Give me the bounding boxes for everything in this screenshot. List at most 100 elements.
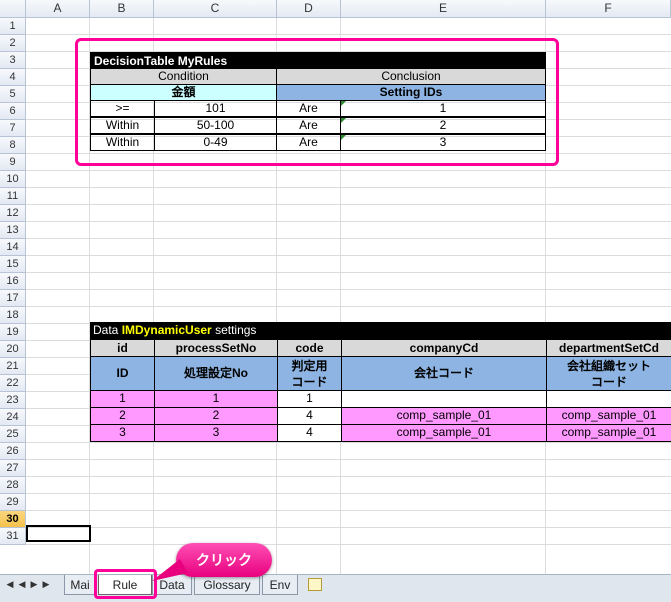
gridline-horizontal — [26, 255, 671, 256]
data-cell[interactable] — [341, 390, 547, 408]
column-header-b[interactable]: B — [90, 0, 154, 18]
column-header-c[interactable]: C — [154, 0, 277, 18]
gridline-horizontal — [26, 289, 671, 290]
data-subheader-cell[interactable]: 判定用 コード — [277, 356, 342, 391]
row-header-27[interactable]: 27 — [0, 460, 26, 477]
callout-pointer — [152, 559, 188, 581]
column-header-a[interactable]: A — [26, 0, 90, 18]
gridline-horizontal — [26, 527, 671, 528]
data-cell[interactable]: comp_sample_01 — [341, 407, 547, 425]
row-header-23[interactable]: 23 — [0, 392, 26, 409]
row-header-14[interactable]: 14 — [0, 239, 26, 256]
data-subheader-line: 会社組織セット — [566, 359, 651, 373]
click-callout: クリック — [176, 543, 272, 577]
row-header-10[interactable]: 10 — [0, 171, 26, 188]
row-header-2[interactable]: 2 — [0, 35, 26, 52]
sheet-tab-bar: ◀ ◀ ▶ ▶ Mai Rule Data Glossary Env — [0, 569, 671, 602]
gridline-horizontal — [26, 459, 671, 460]
first-sheet-icon[interactable]: ◀ — [5, 579, 15, 590]
data-cell[interactable]: 1 — [277, 390, 342, 408]
data-header-companyCd[interactable]: companyCd — [341, 339, 547, 357]
row-header-29[interactable]: 29 — [0, 494, 26, 511]
data-cell[interactable] — [546, 390, 671, 408]
data-subheader-cell[interactable]: ID — [90, 356, 155, 391]
data-header-processSetNo[interactable]: processSetNo — [154, 339, 278, 357]
row-header-5[interactable]: 5 — [0, 86, 26, 103]
data-cell[interactable]: 2 — [90, 407, 155, 425]
gridline-horizontal — [26, 476, 671, 477]
row-header-4[interactable]: 4 — [0, 69, 26, 86]
data-cell[interactable]: comp_sample_01 — [546, 424, 671, 442]
prev-sheet-icon[interactable]: ◀ — [17, 579, 27, 590]
row-header-20[interactable]: 20 — [0, 341, 26, 358]
rule-tab-highlight — [94, 569, 157, 599]
data-title-suffix: settings — [211, 323, 257, 337]
row-header-17[interactable]: 17 — [0, 290, 26, 307]
data-title-prefix: Data — [93, 323, 122, 337]
row-header-31[interactable]: 31 — [0, 528, 26, 545]
active-cell-cursor[interactable] — [26, 525, 91, 542]
data-cell[interactable]: 4 — [277, 407, 342, 425]
row-header-18[interactable]: 18 — [0, 307, 26, 324]
data-subheader-line: 判定用 — [291, 359, 328, 373]
row-header-26[interactable]: 26 — [0, 443, 26, 460]
data-subheader-cell[interactable]: 会社組織セット コード — [546, 356, 671, 391]
data-subheader-line: 処理設定No — [184, 366, 248, 380]
row-header-6[interactable]: 6 — [0, 103, 26, 120]
data-cell[interactable]: 1 — [90, 390, 155, 408]
gridline-horizontal — [26, 221, 671, 222]
gridline-horizontal — [26, 442, 671, 443]
column-header-f[interactable]: F — [546, 0, 671, 18]
row-header-15[interactable]: 15 — [0, 256, 26, 273]
data-cell[interactable]: 2 — [154, 407, 278, 425]
last-sheet-icon[interactable]: ▶ — [41, 579, 51, 590]
data-subheader-line: 会社コード — [413, 366, 474, 380]
data-subheader-cell[interactable]: 会社コード — [341, 356, 547, 391]
gridline-horizontal — [26, 187, 671, 188]
row-header-30[interactable]: 30 — [0, 511, 26, 528]
next-sheet-icon[interactable]: ▶ — [29, 579, 39, 590]
row-header-25[interactable]: 25 — [0, 426, 26, 443]
row-header-24[interactable]: 24 — [0, 409, 26, 426]
row-header-11[interactable]: 11 — [0, 188, 26, 205]
row-header-8[interactable]: 8 — [0, 137, 26, 154]
row-header-1[interactable]: 1 — [0, 18, 26, 35]
data-header-departmentSetCd[interactable]: departmentSetCd — [546, 339, 671, 357]
row-header-7[interactable]: 7 — [0, 120, 26, 137]
select-all-corner[interactable] — [0, 0, 26, 18]
row-header-13[interactable]: 13 — [0, 222, 26, 239]
sheet-tab-glossary[interactable]: Glossary — [194, 575, 260, 595]
row-header-16[interactable]: 16 — [0, 273, 26, 290]
row-header-19[interactable]: 19 — [0, 324, 26, 341]
data-subheader-cell[interactable]: 処理設定No — [154, 356, 278, 391]
gridline-horizontal — [26, 493, 671, 494]
gridline-horizontal — [26, 170, 671, 171]
row-header-21[interactable]: 21 — [0, 358, 26, 375]
gridline-horizontal — [26, 272, 671, 273]
row-header-12[interactable]: 12 — [0, 205, 26, 222]
row-header-9[interactable]: 9 — [0, 154, 26, 171]
worksheet-grid[interactable]: ABCDEF 1 2 3 4 5 6 7 8 9 10 11 12 13 14 15 16 17 18 19 20 21… — [0, 0, 671, 574]
data-header-id[interactable]: id — [90, 339, 155, 357]
data-cell[interactable]: comp_sample_01 — [341, 424, 547, 442]
sheet-tab-env[interactable]: Env — [262, 575, 298, 595]
data-cell[interactable]: comp_sample_01 — [546, 407, 671, 425]
data-subheader-line: ID — [116, 366, 129, 380]
gridline-horizontal — [26, 204, 671, 205]
gridline-horizontal — [26, 34, 671, 35]
row-header-22[interactable]: 22 — [0, 375, 26, 392]
data-header-code[interactable]: code — [277, 339, 342, 357]
insert-sheet-icon[interactable] — [308, 578, 322, 591]
sheet-tab-mai[interactable]: Mai — [64, 575, 96, 595]
row-header-28[interactable]: 28 — [0, 477, 26, 494]
gridline-horizontal — [26, 510, 671, 511]
data-cell[interactable]: 3 — [154, 424, 278, 442]
column-header-e[interactable]: E — [341, 0, 546, 18]
data-table-title: Data IMDynamicUser settings — [90, 322, 671, 339]
gridline-horizontal — [26, 544, 671, 545]
data-cell[interactable]: 1 — [154, 390, 278, 408]
data-cell[interactable]: 3 — [90, 424, 155, 442]
data-cell[interactable]: 4 — [277, 424, 342, 442]
column-header-d[interactable]: D — [277, 0, 341, 18]
row-header-3[interactable]: 3 — [0, 52, 26, 69]
